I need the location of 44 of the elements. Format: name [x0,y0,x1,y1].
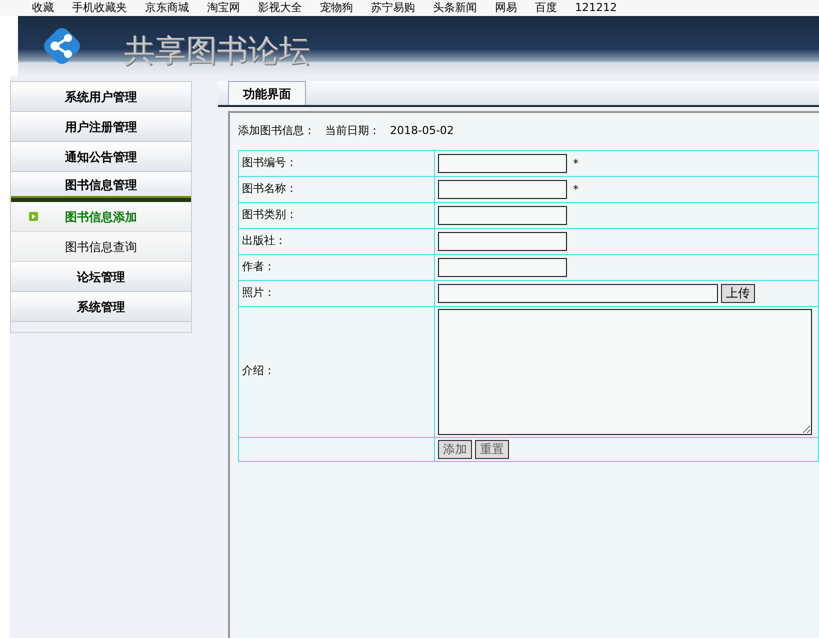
sidebar-item[interactable]: 用户注册管理 [11,112,191,142]
sidebar-subitem[interactable]: 图书信息添加 [11,202,191,232]
bookmark-link[interactable]: 淘宝网 [207,0,240,16]
bookmark-link[interactable]: 宠物狗 [320,0,353,16]
sidebar-item[interactable]: 通知公告管理 [11,142,191,172]
bookmark-link[interactable]: 手机收藏夹 [72,0,127,16]
required-mark: * [573,182,578,196]
sidebar-item[interactable]: 图书信息管理 [11,172,191,202]
input-field[interactable] [438,180,567,198]
field-label: 介绍： [242,364,275,378]
date-value: 2018-05-02 [390,123,454,139]
sidebar-item[interactable]: 系统管理 [11,292,191,322]
input-field[interactable] [438,232,567,250]
input-field[interactable] [438,258,567,276]
sidebar-item[interactable]: 论坛管理 [11,262,191,292]
date-label: 当前日期： [325,123,380,139]
field-label: 图书编号： [242,156,297,169]
form-heading: 添加图书信息： [238,123,315,139]
bookmark-link[interactable]: 百度 [535,0,557,16]
field-label: 图书名称： [242,182,297,195]
field-label: 照片： [242,286,275,299]
input-field[interactable] [438,206,567,224]
bookmark-link[interactable]: 影视大全 [258,0,302,16]
field-label: 图书类别： [242,208,297,221]
reset-button[interactable]: 重置 [475,440,509,458]
file-path-field[interactable] [438,284,718,302]
sidebar-subitem[interactable]: 图书信息查询 [11,232,191,262]
input-field[interactable] [438,154,567,172]
bookmark-link[interactable]: 收藏 [32,0,54,16]
bookmark-link[interactable]: 苏宁易购 [371,0,415,16]
field-label: 出版社： [242,234,286,247]
textarea-field[interactable] [438,308,812,434]
add-button[interactable]: 添加 [438,440,472,458]
site-title: 共享图书论坛 [124,32,310,71]
bookmark-link[interactable]: 头条新闻 [433,0,477,16]
required-mark: * [573,156,578,170]
upload-button[interactable]: 上传 [721,284,755,302]
tab[interactable]: 功能界面 [228,81,306,105]
field-label: 作者： [242,260,275,273]
sidebar-item[interactable]: 系统用户管理 [11,82,191,112]
bookmark-link[interactable]: 网易 [495,0,517,16]
bookmark-link[interactable]: 121212 [575,0,617,16]
bookmark-link[interactable]: 京东商城 [145,0,189,16]
arrow-icon [29,212,38,221]
